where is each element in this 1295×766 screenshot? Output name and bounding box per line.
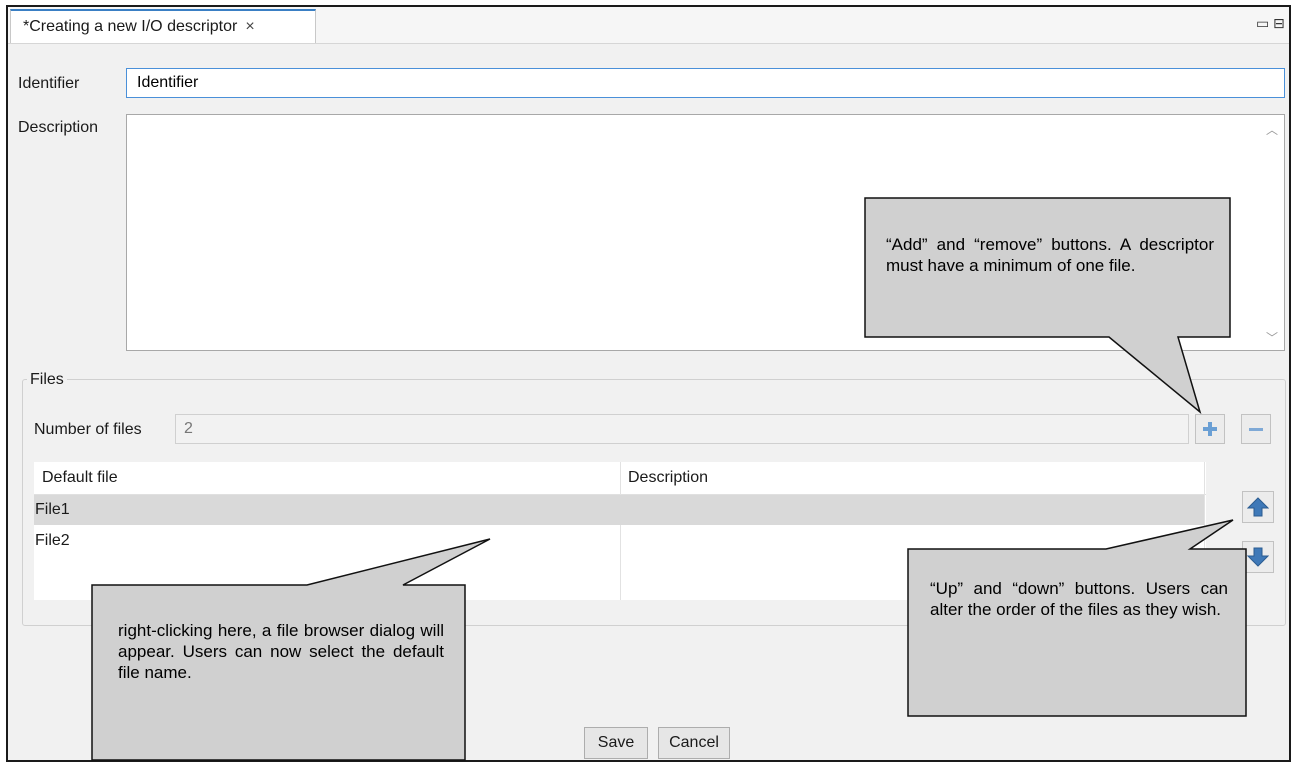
callout-right-click: right-clicking here, a file browser dial… [118,621,444,682]
